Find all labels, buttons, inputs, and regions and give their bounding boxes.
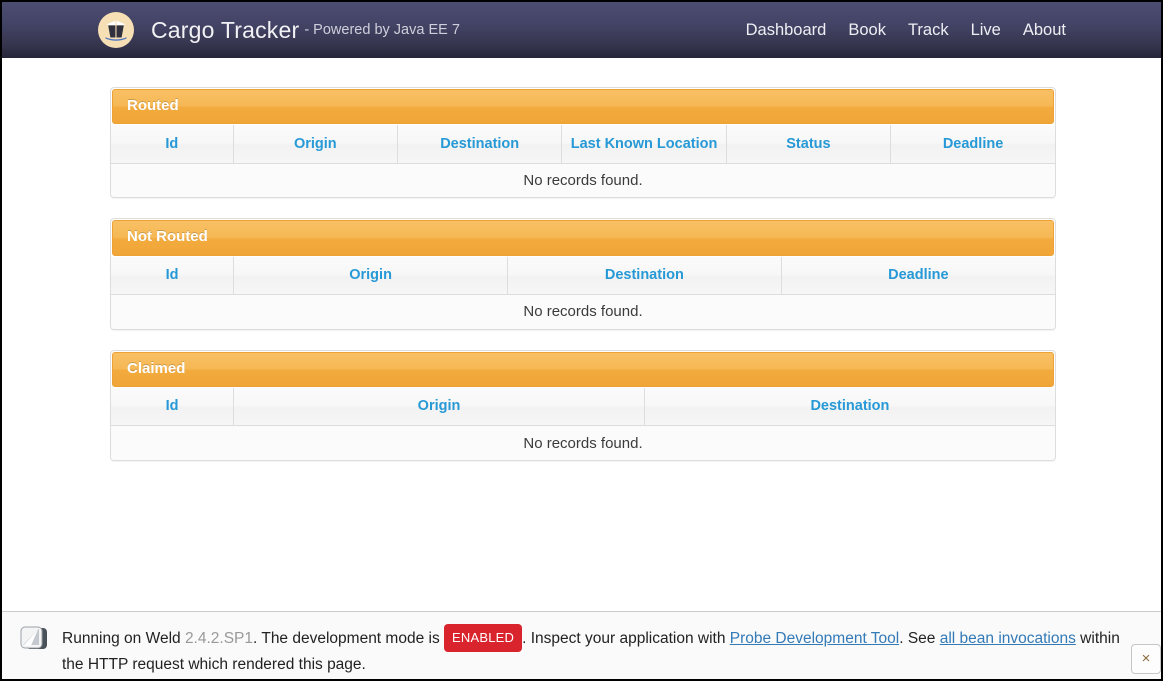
column-header-id[interactable]: Id [111, 125, 233, 163]
statusbar-text-4: . See [899, 630, 940, 647]
panel-header-claimed: Claimed [112, 352, 1054, 387]
panel-routed: Routed Id Origin Destination Last Known … [110, 87, 1056, 198]
panel-claimed: Claimed Id Origin Destination No records… [110, 350, 1056, 461]
status-badge: ENABLED [444, 624, 522, 652]
statusbar-text: Running on Weld 2.4.2.SP1. The developme… [62, 624, 1122, 677]
column-header-id[interactable]: Id [111, 257, 234, 295]
panel-header-routed: Routed [112, 89, 1054, 124]
table-row: No records found. [111, 295, 1055, 329]
statusbar-text-1: Running on Weld [62, 630, 185, 647]
all-bean-invocations-link[interactable]: all bean invocations [940, 630, 1076, 647]
close-icon[interactable]: × [1131, 644, 1161, 674]
column-header-destination[interactable]: Destination [644, 388, 1055, 426]
weld-version: 2.4.2.SP1 [185, 630, 253, 647]
table-row: No records found. [111, 426, 1055, 460]
statusbar-text-2: . The development mode is [253, 630, 444, 647]
nav-link-about[interactable]: About [1023, 21, 1066, 40]
table-header-row: Id Origin Destination Deadline [111, 257, 1055, 295]
brand-subtitle: - Powered by Java EE 7 [304, 22, 460, 38]
table-claimed: Id Origin Destination No records found. [111, 388, 1055, 460]
statusbar-text-3: . Inspect your application with [522, 630, 730, 647]
empty-state-message: No records found. [111, 426, 1055, 460]
column-header-deadline[interactable]: Deadline [781, 257, 1055, 295]
table-routed: Id Origin Destination Last Known Locatio… [111, 125, 1055, 197]
top-navbar: Cargo Tracker - Powered by Java EE 7 Das… [2, 2, 1161, 58]
panel-title-not-routed: Not Routed [127, 228, 1039, 245]
panel-title-claimed: Claimed [127, 360, 1039, 377]
column-header-origin[interactable]: Origin [234, 388, 645, 426]
column-header-destination[interactable]: Destination [397, 125, 561, 163]
ship-logo-icon [98, 12, 134, 48]
column-header-id[interactable]: Id [111, 388, 234, 426]
panel-header-not-routed: Not Routed [112, 220, 1054, 255]
column-header-destination[interactable]: Destination [507, 257, 781, 295]
statusbar-inner: Running on Weld 2.4.2.SP1. The developme… [18, 624, 1145, 677]
table-row: No records found. [111, 163, 1055, 197]
panel-not-routed: Not Routed Id Origin Destination Deadlin… [110, 218, 1056, 329]
main-content: Routed Id Origin Destination Last Known … [2, 58, 1161, 679]
weld-logo-icon [18, 624, 50, 654]
column-header-deadline[interactable]: Deadline [891, 125, 1055, 163]
page-title: Cargo Tracker [151, 17, 299, 44]
empty-state-message: No records found. [111, 163, 1055, 197]
brand-group[interactable]: Cargo Tracker - Powered by Java EE 7 [98, 12, 460, 48]
table-header-row: Id Origin Destination Last Known Locatio… [111, 125, 1055, 163]
table-header-row: Id Origin Destination [111, 388, 1055, 426]
column-header-origin[interactable]: Origin [234, 257, 508, 295]
panel-title-routed: Routed [127, 97, 1039, 114]
empty-state-message: No records found. [111, 295, 1055, 329]
panels-container: Routed Id Origin Destination Last Known … [110, 58, 1056, 461]
column-header-origin[interactable]: Origin [233, 125, 397, 163]
nav-link-book[interactable]: Book [848, 21, 886, 40]
table-not-routed: Id Origin Destination Deadline No record… [111, 257, 1055, 329]
main-navigation: Dashboard Book Track Live About [746, 21, 1066, 40]
column-header-status[interactable]: Status [726, 125, 890, 163]
weld-dev-mode-statusbar: Running on Weld 2.4.2.SP1. The developme… [2, 611, 1161, 679]
probe-development-tool-link[interactable]: Probe Development Tool [730, 630, 899, 647]
nav-link-dashboard[interactable]: Dashboard [746, 21, 827, 40]
column-header-last-known-location[interactable]: Last Known Location [562, 125, 726, 163]
nav-link-track[interactable]: Track [908, 21, 949, 40]
nav-link-live[interactable]: Live [971, 21, 1001, 40]
